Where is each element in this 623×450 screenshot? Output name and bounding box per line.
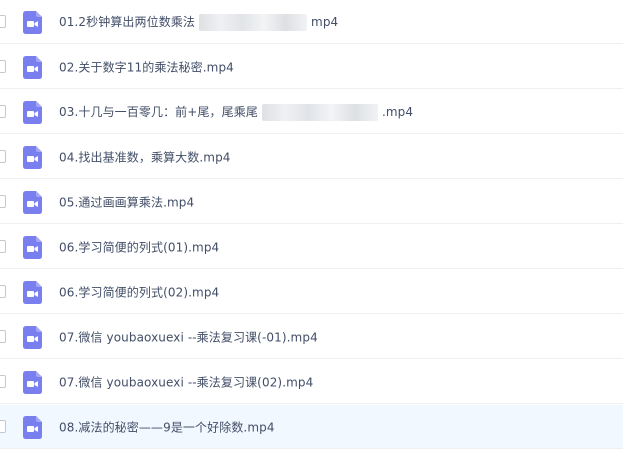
file-row[interactable]: 04.找出基准数，乘算大数.mp4 [0,135,623,179]
video-file-icon [23,145,42,169]
video-file-icon [23,415,42,439]
row-checkbox[interactable] [0,419,6,433]
file-row[interactable]: 02.关于数字11的乘法秘密.mp4 [0,45,623,89]
row-checkbox[interactable] [0,239,6,253]
file-row[interactable]: 06.学习简便的列式(02).mp4 [0,270,623,314]
file-row[interactable]: 01.2秒钟算出两位数乘法 mp4 [0,0,623,44]
file-row[interactable]: 05.通过画画算乘法.mp4 [0,180,623,224]
row-checkbox[interactable] [0,104,6,118]
row-checkbox[interactable] [0,284,6,298]
file-name[interactable]: 07.微信 youbaoxuexi --乘法复习课(-01).mp4 [59,328,318,345]
redacted-text [199,13,308,31]
video-file-icon [23,55,42,79]
file-name[interactable]: 04.找出基准数，乘算大数.mp4 [59,148,231,165]
video-file-icon [23,325,42,349]
video-file-icon [23,370,42,394]
video-file-icon [23,10,42,34]
row-checkbox[interactable] [0,329,6,343]
file-name[interactable]: 05.通过画画算乘法.mp4 [59,193,194,210]
file-name[interactable]: 07.微信 youbaoxuexi --乘法复习课(02).mp4 [59,373,313,390]
row-checkbox[interactable] [0,14,6,28]
file-name[interactable]: 02.关于数字11的乘法秘密.mp4 [59,58,234,75]
file-row[interactable]: 03.十几与一百零几：前+尾，尾乘尾 .mp4 [0,90,623,134]
video-file-icon [23,280,42,304]
file-row[interactable]: 08.减法的秘密——9是一个好除数.mp4 [0,405,623,449]
video-file-icon [23,100,42,124]
video-file-icon [23,190,42,214]
row-checkbox[interactable] [0,194,6,208]
file-row[interactable]: 07.微信 youbaoxuexi --乘法复习课(-01).mp4 [0,315,623,359]
video-file-icon [23,235,42,259]
redacted-text [261,103,378,121]
row-checkbox[interactable] [0,374,6,388]
file-list: 01.2秒钟算出两位数乘法 mp4 02.关于数字11的乘法秘密.mp4 03.十… [0,0,623,450]
file-name[interactable]: 08.减法的秘密——9是一个好除数.mp4 [59,418,275,435]
file-row[interactable]: 06.学习简便的列式(01).mp4 [0,225,623,269]
file-name[interactable]: 03.十几与一百零几：前+尾，尾乘尾 .mp4 [59,103,413,121]
file-row[interactable]: 07.微信 youbaoxuexi --乘法复习课(02).mp4 [0,360,623,404]
row-checkbox[interactable] [0,149,6,163]
row-checkbox[interactable] [0,59,6,73]
file-name[interactable]: 06.学习简便的列式(02).mp4 [59,283,219,300]
file-name[interactable]: 06.学习简便的列式(01).mp4 [59,238,219,255]
file-name[interactable]: 01.2秒钟算出两位数乘法 mp4 [59,13,338,31]
